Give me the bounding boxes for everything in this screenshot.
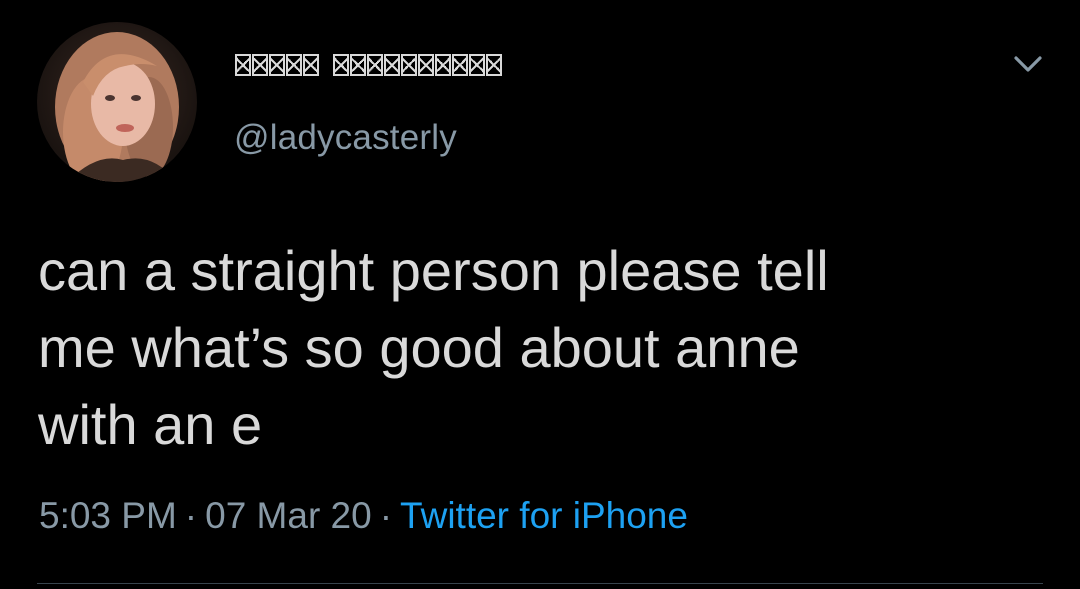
display-name-word-1 bbox=[235, 54, 319, 76]
user-handle[interactable]: @ladycasterly bbox=[234, 118, 457, 158]
chevron-down-icon[interactable] bbox=[1012, 52, 1044, 76]
display-name[interactable] bbox=[235, 54, 502, 76]
meta-separator: · bbox=[379, 495, 393, 536]
meta-separator: · bbox=[184, 495, 198, 536]
display-name-word-2 bbox=[333, 54, 502, 76]
avatar[interactable] bbox=[37, 22, 197, 182]
tweet-source-link[interactable]: Twitter for iPhone bbox=[400, 495, 688, 536]
tweet-time[interactable]: 5:03 PM bbox=[39, 495, 177, 536]
tweet-meta: 5:03 PM · 07 Mar 20 · Twitter for iPhone bbox=[39, 495, 688, 537]
divider bbox=[37, 583, 1043, 584]
tweet-text: can a straight person please tell me wha… bbox=[38, 239, 829, 456]
tweet-card: @ladycasterly can a straight person plea… bbox=[0, 0, 1080, 589]
tweet-date[interactable]: 07 Mar 20 bbox=[205, 495, 372, 536]
avatar-image bbox=[55, 32, 179, 182]
